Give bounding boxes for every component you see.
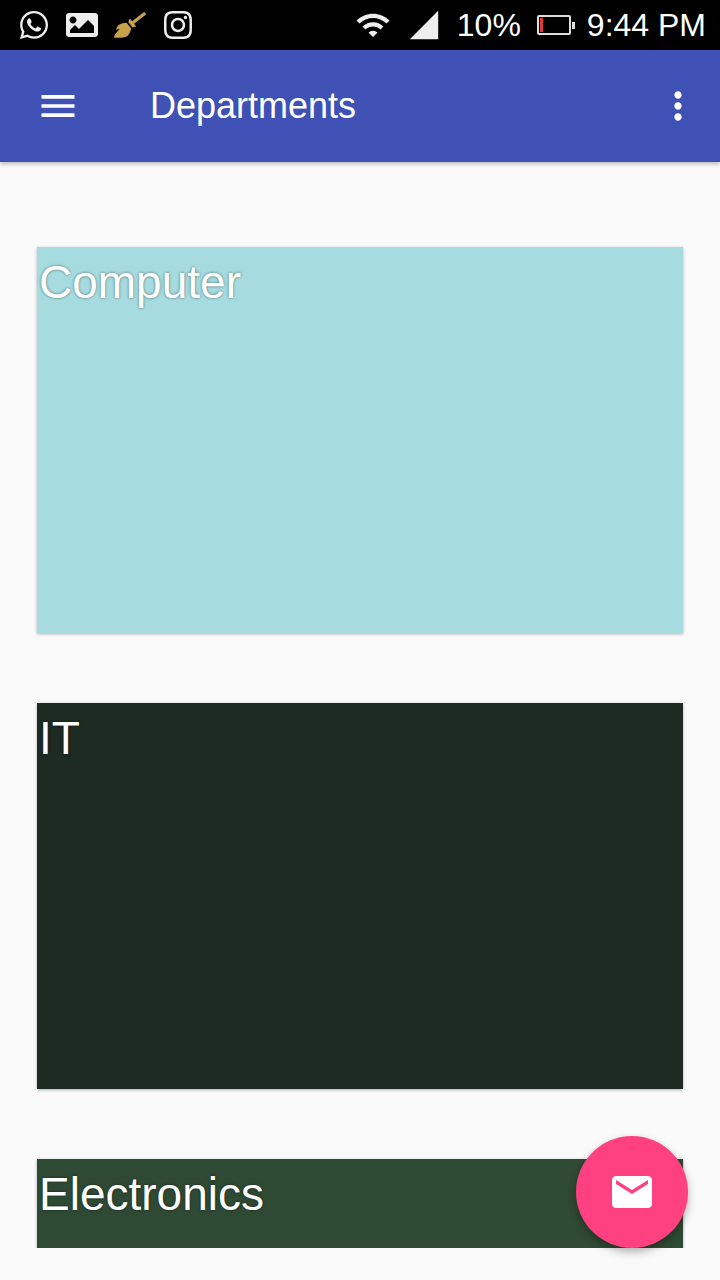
overflow-button[interactable] <box>656 84 700 128</box>
department-name: IT <box>39 711 80 765</box>
instagram-icon <box>162 9 194 41</box>
signal-icon <box>407 8 441 42</box>
broom-icon <box>114 9 146 41</box>
app-title: Departments <box>150 85 656 127</box>
app-bar: Departments <box>0 50 720 162</box>
department-name: Computer <box>39 255 241 309</box>
clock: 9:44 PM <box>587 7 706 44</box>
email-fab[interactable] <box>576 1136 688 1248</box>
whatsapp-icon <box>18 9 50 41</box>
screen: 10% 9:44 PM Departments Computer IT Electroni… <box>0 0 720 1280</box>
envelope-icon <box>608 1168 656 1216</box>
menu-button[interactable] <box>36 84 80 128</box>
hamburger-icon <box>36 84 80 128</box>
department-card[interactable]: Computer <box>37 247 683 633</box>
more-vert-icon <box>656 84 700 128</box>
status-bar: 10% 9:44 PM <box>0 0 720 50</box>
gallery-icon <box>66 9 98 41</box>
department-name: Electronics <box>39 1167 264 1221</box>
wifi-icon <box>355 7 391 43</box>
department-card[interactable]: IT <box>37 703 683 1089</box>
department-list: Computer IT Electronics <box>0 162 720 1248</box>
battery-reading: 10% <box>457 7 521 44</box>
battery-icon <box>537 15 571 35</box>
